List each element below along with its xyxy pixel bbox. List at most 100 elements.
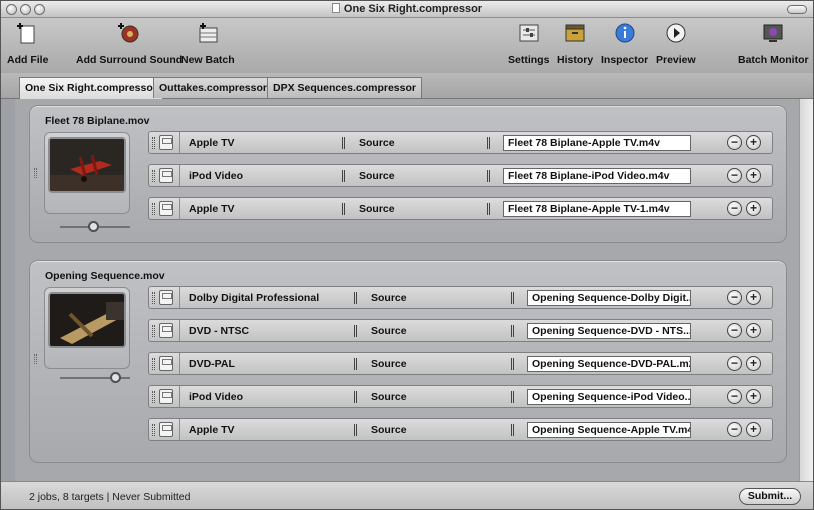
target-drag-handle[interactable] xyxy=(152,358,155,370)
surround-sound-icon xyxy=(118,23,139,43)
inspector-button[interactable]: Inspector xyxy=(601,22,648,66)
target-destination[interactable]: Source xyxy=(359,137,395,149)
target-output-filename[interactable]: Opening Sequence-Dolby Digit... xyxy=(527,290,691,306)
target-drag-handle[interactable] xyxy=(152,170,155,182)
target-row[interactable]: Dolby Digital Professional Source Openin… xyxy=(148,286,773,309)
target-destination[interactable]: Source xyxy=(371,292,407,304)
target-drag-handle[interactable] xyxy=(152,424,155,436)
batch-monitor-button[interactable]: Batch Monitor xyxy=(738,22,809,66)
column-divider xyxy=(342,170,345,182)
target-output-filename[interactable]: Opening Sequence-DVD - NTS... xyxy=(527,323,691,339)
target-output-filename[interactable]: Fleet 78 Biplane-iPod Video.m4v xyxy=(503,168,691,184)
remove-target-button[interactable]: − xyxy=(727,201,742,216)
tab-one-six-right[interactable]: One Six Right.compressor xyxy=(19,77,163,99)
target-row[interactable]: iPod Video Source Fleet 78 Biplane-iPod … xyxy=(148,164,773,187)
source-thumbnail xyxy=(48,292,126,348)
target-output-filename[interactable]: Fleet 78 Biplane-Apple TV-1.m4v xyxy=(503,201,691,217)
column-divider xyxy=(511,358,514,370)
column-divider xyxy=(354,292,357,304)
add-file-button[interactable]: Add File xyxy=(7,22,48,66)
remove-target-button[interactable]: − xyxy=(727,422,742,437)
thumbnail-scrubber-knob[interactable] xyxy=(88,221,99,232)
target-output-filename[interactable]: Opening Sequence-Apple TV.m4v xyxy=(527,422,691,438)
remove-target-button[interactable]: − xyxy=(727,389,742,404)
target-output-filename[interactable]: Opening Sequence-iPod Video... xyxy=(527,389,691,405)
toolbar: Add File Add Surround Sound New Batch Se… xyxy=(1,18,813,73)
settings-button[interactable]: Settings xyxy=(508,22,549,66)
target-row[interactable]: Apple TV Source Fleet 78 Biplane-Apple T… xyxy=(148,131,773,154)
column-divider xyxy=(487,137,490,149)
add-target-button[interactable]: + xyxy=(746,201,761,216)
target-setting[interactable]: Apple TV xyxy=(189,424,235,436)
setting-icon xyxy=(159,168,173,183)
column-divider xyxy=(342,203,345,215)
add-surround-sound-button[interactable]: Add Surround Sound xyxy=(76,22,182,66)
target-destination[interactable]: Source xyxy=(371,358,407,370)
target-row[interactable]: DVD - NTSC Source Opening Sequence-DVD -… xyxy=(148,319,773,342)
remove-target-button[interactable]: − xyxy=(727,323,742,338)
target-output-filename[interactable]: Fleet 78 Biplane-Apple TV.m4v xyxy=(503,135,691,151)
column-divider xyxy=(342,137,345,149)
thumbnail-scrubber-knob[interactable] xyxy=(110,372,121,383)
target-row[interactable]: DVD-PAL Source Opening Sequence-DVD-PAL.… xyxy=(148,352,773,375)
add-file-icon xyxy=(16,23,35,44)
job-drag-handle[interactable] xyxy=(34,354,37,364)
tab-outtakes[interactable]: Outtakes.compressor xyxy=(153,77,273,98)
vertical-scrollbar[interactable] xyxy=(799,99,813,481)
target-row[interactable]: Apple TV Source Fleet 78 Biplane-Apple T… xyxy=(148,197,773,220)
new-batch-button[interactable]: New Batch xyxy=(181,22,235,66)
tab-dpx-sequences[interactable]: DPX Sequences.compressor xyxy=(267,77,422,98)
target-destination[interactable]: Source xyxy=(371,424,407,436)
add-target-button[interactable]: + xyxy=(746,290,761,305)
document-icon xyxy=(331,3,340,13)
compressor-window: One Six Right.compressor Add File Add Su… xyxy=(0,0,814,510)
inspector-icon xyxy=(615,23,635,43)
target-drag-handle[interactable] xyxy=(152,203,155,215)
target-row[interactable]: iPod Video Source Opening Sequence-iPod … xyxy=(148,385,773,408)
add-target-button[interactable]: + xyxy=(746,135,761,150)
column-divider xyxy=(511,424,514,436)
target-output-filename[interactable]: Opening Sequence-DVD-PAL.m2v xyxy=(527,356,691,372)
target-drag-handle[interactable] xyxy=(152,391,155,403)
preview-button[interactable]: Preview xyxy=(656,22,696,66)
target-drag-handle[interactable] xyxy=(152,325,155,337)
target-destination[interactable]: Source xyxy=(371,391,407,403)
toolbar-toggle-button[interactable] xyxy=(787,5,807,14)
target-setting[interactable]: DVD-PAL xyxy=(189,358,235,370)
target-destination[interactable]: Source xyxy=(359,170,395,182)
target-destination[interactable]: Source xyxy=(359,203,395,215)
target-setting[interactable]: DVD - NTSC xyxy=(189,325,249,337)
remove-target-button[interactable]: − xyxy=(727,168,742,183)
remove-target-button[interactable]: − xyxy=(727,356,742,371)
column-divider xyxy=(354,325,357,337)
target-setting[interactable]: Dolby Digital Professional xyxy=(189,292,319,304)
target-setting[interactable]: iPod Video xyxy=(189,391,243,403)
setting-icon xyxy=(159,290,173,305)
history-button[interactable]: History xyxy=(557,22,593,66)
add-target-button[interactable]: + xyxy=(746,168,761,183)
job-opening-sequence[interactable]: Opening Sequence.mov Dolby Digital Profe… xyxy=(29,260,787,463)
target-setting[interactable]: Apple TV xyxy=(189,203,235,215)
column-divider xyxy=(354,391,357,403)
target-destination[interactable]: Source xyxy=(371,325,407,337)
setting-icon xyxy=(159,323,173,338)
target-row[interactable]: Apple TV Source Opening Sequence-Apple T… xyxy=(148,418,773,441)
add-target-button[interactable]: + xyxy=(746,356,761,371)
column-divider xyxy=(511,391,514,403)
remove-target-button[interactable]: − xyxy=(727,135,742,150)
job-fleet-78-biplane[interactable]: Fleet 78 Biplane.mov Apple TV Source Fle… xyxy=(29,105,787,243)
add-target-button[interactable]: + xyxy=(746,323,761,338)
batch-monitor-icon xyxy=(763,24,783,42)
remove-target-button[interactable]: − xyxy=(727,290,742,305)
status-text: 2 jobs, 8 targets | Never Submitted xyxy=(29,491,191,503)
target-drag-handle[interactable] xyxy=(152,137,155,149)
target-setting[interactable]: Apple TV xyxy=(189,137,235,149)
source-thumbnail xyxy=(48,137,126,193)
submit-button[interactable]: Submit... xyxy=(739,488,801,505)
add-target-button[interactable]: + xyxy=(746,422,761,437)
add-target-button[interactable]: + xyxy=(746,389,761,404)
job-drag-handle[interactable] xyxy=(34,168,37,178)
target-drag-handle[interactable] xyxy=(152,292,155,304)
target-setting[interactable]: iPod Video xyxy=(189,170,243,182)
setting-icon xyxy=(159,422,173,437)
